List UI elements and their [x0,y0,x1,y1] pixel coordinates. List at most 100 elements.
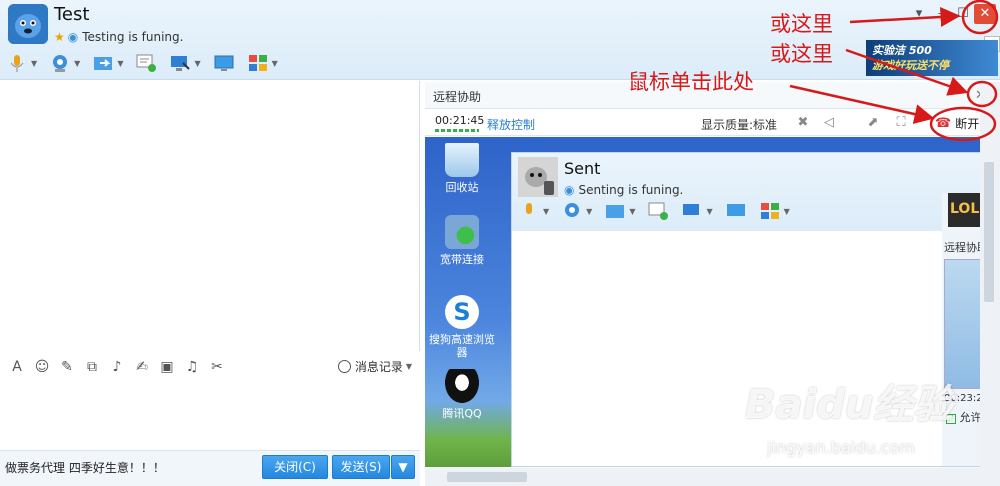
chevron-down-icon[interactable]: ▼ [272,59,278,68]
desktop-icon-broadband[interactable]: 宽带连接 [427,215,497,266]
inner-remote-button[interactable] [725,201,747,221]
file-transfer-icon [94,57,113,70]
screen-share-button[interactable]: ▼ [169,53,201,73]
inner-video-button[interactable]: ▼ [561,201,592,221]
voice-call-button[interactable]: ▼ [6,53,37,73]
desktop-icon-sogou-browser[interactable]: S 搜狗高速浏览器 [427,295,497,359]
desktop-icon-recycle-bin[interactable]: 回收站 [427,143,497,194]
disconnect-label: 断开 [955,116,980,131]
scissors-icon[interactable]: ✂ [208,358,226,376]
watermark-url: jingyan.baidu.com [767,438,915,457]
status-text: Testing is funing. [82,30,184,44]
microphone-icon [10,55,24,72]
chevron-down-icon[interactable]: ▼ [31,59,37,68]
emoji-icon[interactable]: ☺ [33,358,51,376]
voice-message-icon[interactable]: ♪ [108,358,126,376]
microphone-icon [526,203,532,214]
sogou-browser-icon: S [445,295,479,329]
release-control-link[interactable]: 释放控制 [487,116,535,133]
image-icon[interactable]: ▣ [158,358,176,376]
broadband-icon [445,215,479,249]
chevron-down-icon[interactable]: ▼ [706,207,712,216]
desktop-icon-label: 回收站 [445,181,479,194]
input-toolbar: A ☺ ✎ ⧉ ♪ ✍ ▣ ♫ ✂ 消息记录 ▼ [0,352,420,382]
screen-share-icon [683,204,700,215]
inner-apps-button[interactable]: ▼ [759,201,790,221]
remote-desktop-button[interactable] [213,53,235,73]
inner-toolbar: ▼ ▼ ▼ ▼ ▼ [518,201,802,221]
inner-contact-name: Sent [564,159,601,178]
star-icon: ★ [54,30,65,44]
chevron-down-icon[interactable]: ▼ [543,207,549,216]
screenshot-icon[interactable]: ⧉ [83,358,101,376]
qq-icon [445,369,479,403]
shake-icon[interactable]: ✎ [58,358,76,376]
font-icon[interactable]: A [8,358,26,376]
apps-button[interactable]: ▼ [247,53,278,73]
display-quality-select[interactable]: 显示质量:标准 [701,116,777,133]
send-options-button[interactable]: ▼ [391,455,415,479]
inner-message-button[interactable] [647,201,669,221]
remote-title: 远程协助 [433,90,482,104]
maximize-button[interactable]: ☐ [952,4,974,24]
banner-text: 实验洁 500 [872,44,932,57]
desktop-icon-qq[interactable]: 腾讯QQ [427,369,497,420]
minimize-button[interactable]: – [930,4,952,24]
chevron-down-icon[interactable]: ▼ [117,59,123,68]
message-history-button[interactable]: 消息记录 ▼ [337,358,412,375]
annotation-text-2: 或这里 [770,42,833,66]
message-icon [136,54,157,72]
inner-voice-button[interactable]: ▼ [518,201,549,221]
send-button[interactable]: 发送(S) [332,455,390,479]
ad-banner[interactable]: 实验洁 500 游戏好玩送不停 [866,40,998,76]
close-icon: ✕ [979,6,991,21]
chat-toolbar: ▼ ▼ ▼ ▼ ▼ [6,50,290,76]
remote-desktop-icon [726,204,745,216]
chevron-down-icon[interactable]: ▼ [194,59,200,68]
desktop-icon-label: 搜狗高速浏览器 [429,333,495,359]
message-input[interactable] [0,382,420,450]
signal-bar [435,129,479,132]
group-message-button[interactable] [135,53,157,73]
recycle-bin-icon [445,143,479,177]
chevron-down-icon: ▼ [405,362,412,371]
camera-icon [53,55,68,72]
close-button[interactable]: 关闭(C) [262,455,328,479]
chevron-down-icon[interactable]: ▼ [586,207,592,216]
mute-mic-icon[interactable]: ✖ [795,115,811,131]
message-history-area[interactable] [0,81,420,351]
session-timer: 00:21:45 [435,114,485,127]
edit-icon[interactable]: ✍ [133,358,151,376]
remote-toolbar: 00:21:45 释放控制 显示质量:标准 ✖ ◁ ⬈ ⛶ ☎ 断开 [425,108,1000,136]
desktop-icon-label: 宽带连接 [440,253,484,266]
inner-screen-button[interactable]: ▼ [681,201,713,221]
close-window-button[interactable]: ✕ [974,4,996,24]
music-icon[interactable]: ♫ [183,358,201,376]
contact-name: Test [54,4,90,25]
chevron-down-icon[interactable]: ▾ [908,4,930,24]
chevron-down-icon: ▼ [398,460,408,474]
mini-screen-preview [944,259,984,389]
avatar[interactable] [518,157,558,197]
annotation-text-1: 或这里 [770,12,833,36]
file-transfer-button[interactable]: ▼ [92,53,123,73]
message-icon [648,202,669,220]
fullscreen-icon[interactable]: ⛶ [893,115,909,131]
inner-file-button[interactable]: ▼ [604,201,635,221]
dog-avatar-icon [8,4,48,44]
avatar[interactable] [8,4,48,44]
popout-icon[interactable]: ⬈ [865,115,881,131]
chevron-down-icon[interactable]: ▼ [74,59,80,68]
chevron-down-icon[interactable]: ▼ [629,207,635,216]
watermark-logo: Baidu经验 [745,382,954,428]
scrollbar-thumb[interactable] [984,162,994,302]
signature-icon: ◉ [67,30,79,44]
desktop-icon-label: 腾讯QQ [442,407,482,420]
chevron-down-icon[interactable]: ▼ [784,207,790,216]
ad-text-link[interactable]: 做票务代理 四季好生意！！！ [5,459,165,476]
video-call-button[interactable]: ▼ [49,53,80,73]
file-transfer-icon [606,205,625,218]
speaker-icon[interactable]: ◁ [821,115,837,131]
screen-share-icon [171,56,191,71]
scrollbar-thumb[interactable] [447,472,527,482]
